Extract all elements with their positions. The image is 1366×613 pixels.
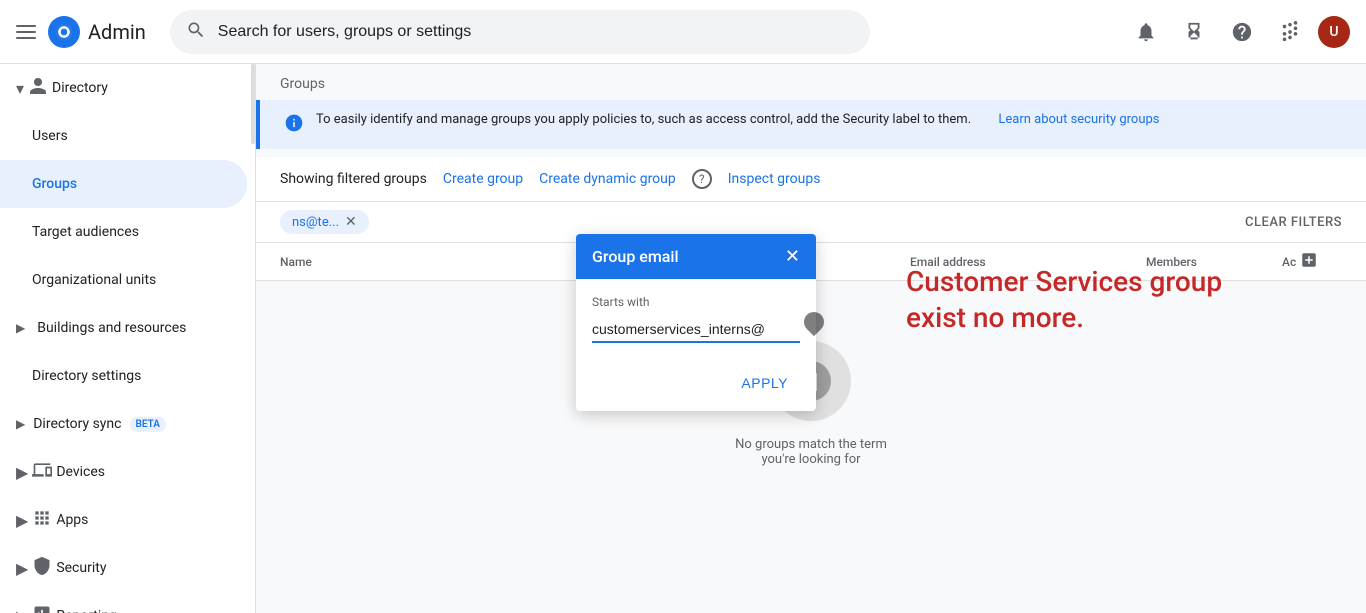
topbar-left: Admin	[16, 16, 146, 48]
sidebar-dirsync-label: Directory sync	[33, 416, 121, 432]
sidebar-dirsettings-label: Directory settings	[32, 368, 141, 384]
annotation-text: Customer Services group exist no more.	[906, 264, 1286, 337]
sidebar-users-label: Users	[32, 128, 68, 144]
inspect-groups-link[interactable]: Inspect groups	[728, 171, 821, 187]
reporting-icon	[32, 604, 52, 613]
topbar: Admin U	[0, 0, 1366, 64]
info-icon	[284, 113, 304, 137]
sidebar-target-label: Target audiences	[32, 224, 139, 240]
sidebar-directory-label: Directory	[52, 80, 108, 96]
sidebar-reporting-section[interactable]: ▶ Reporting	[0, 592, 255, 613]
filter-chip[interactable]: ns@te... ✕	[280, 210, 369, 234]
sidebar-reporting-label: Reporting	[56, 608, 117, 613]
groups-toolbar: Showing filtered groups Create group Cre…	[256, 157, 1366, 202]
sidebar: ▾ Directory Users Groups Target audience…	[0, 64, 256, 613]
filter-popup: Group email ✕ Starts with APPLY	[576, 234, 816, 411]
expand-icon-reporting: ▶	[16, 607, 28, 613]
help-icon[interactable]	[1222, 12, 1262, 52]
search-input[interactable]	[218, 23, 854, 41]
filter-chip-close-icon[interactable]: ✕	[345, 214, 357, 230]
filter-popup-input[interactable]	[592, 317, 800, 343]
info-link[interactable]: Learn about security groups	[998, 112, 1159, 127]
create-dynamic-link[interactable]: Create dynamic group	[539, 171, 676, 187]
beta-badge: BETA	[130, 417, 166, 432]
brand-logo	[48, 16, 80, 48]
sidebar-item-groups[interactable]: Groups	[0, 160, 247, 208]
info-text: To easily identify and manage groups you…	[316, 112, 971, 127]
chevron-right-icon: ▶	[16, 321, 25, 335]
breadcrumb: Groups	[256, 64, 1366, 100]
expand-icon-security: ▶	[16, 559, 28, 578]
clear-filters-button[interactable]: CLEAR FILTERS	[1245, 215, 1342, 230]
filter-popup-close-button[interactable]: ✕	[785, 246, 800, 267]
sidebar-directory-section[interactable]: ▾ Directory	[0, 64, 255, 112]
sidebar-item-org-units[interactable]: Organizational units	[0, 256, 247, 304]
layout: ▾ Directory Users Groups Target audience…	[0, 64, 1366, 613]
sidebar-item-users[interactable]: Users	[0, 112, 247, 160]
filter-popup-title: Group email	[592, 247, 679, 266]
main-content: Groups To easily identify and manage gro…	[256, 64, 1366, 613]
menu-icon[interactable]	[16, 25, 36, 39]
search-icon	[186, 20, 206, 44]
sidebar-devices-label: Devices	[56, 464, 105, 480]
sidebar-org-label: Organizational units	[32, 272, 156, 288]
showing-text: Showing filtered groups	[280, 171, 427, 187]
expand-icon-apps: ▶	[16, 511, 28, 530]
add-column-icon[interactable]	[1300, 251, 1318, 272]
notifications-icon[interactable]	[1126, 12, 1166, 52]
apps-grid-icon[interactable]	[1270, 12, 1310, 52]
hourglass-icon[interactable]	[1174, 12, 1214, 52]
devices-icon	[32, 460, 52, 484]
sidebar-item-dir-settings[interactable]: Directory settings	[0, 352, 247, 400]
sidebar-item-buildings[interactable]: ▶ Buildings and resources	[0, 304, 247, 352]
sidebar-security-label: Security	[56, 560, 106, 576]
sidebar-buildings-label: Buildings and resources	[37, 320, 186, 336]
help-dynamic-icon[interactable]: ?	[692, 169, 712, 189]
person-icon	[28, 76, 48, 100]
chevron-right-icon-sync: ▶	[16, 417, 25, 431]
expand-icon-devices: ▶	[16, 463, 28, 482]
sidebar-item-dir-sync[interactable]: ▶ Directory sync BETA	[0, 400, 247, 448]
apps-icon	[32, 508, 52, 532]
apply-button[interactable]: APPLY	[729, 367, 800, 399]
google-icon	[54, 22, 74, 42]
sidebar-item-target-audiences[interactable]: Target audiences	[0, 208, 247, 256]
info-banner: To easily identify and manage groups you…	[256, 100, 1366, 149]
filter-popup-label: Starts with	[592, 295, 800, 309]
create-group-link[interactable]: Create group	[443, 171, 523, 187]
empty-state-text: No groups match the term you're looking …	[721, 437, 901, 467]
sidebar-devices-section[interactable]: ▶ Devices	[0, 448, 255, 496]
brand: Admin	[48, 16, 146, 48]
col-actions-header: Ac	[1282, 251, 1342, 272]
sidebar-groups-label: Groups	[32, 176, 77, 192]
search-bar[interactable]	[170, 10, 870, 54]
sidebar-security-section[interactable]: ▶ Security	[0, 544, 255, 592]
avatar[interactable]: U	[1318, 16, 1350, 48]
brand-name: Admin	[88, 20, 146, 44]
topbar-right: U	[1126, 12, 1350, 52]
filter-chip-text: ns@te...	[292, 215, 339, 230]
sidebar-apps-label: Apps	[56, 512, 88, 528]
filter-popup-footer: APPLY	[576, 359, 816, 411]
sidebar-apps-section[interactable]: ▶ Apps	[0, 496, 255, 544]
filter-popup-body: Starts with	[576, 279, 816, 359]
filter-popup-header: Group email ✕	[576, 234, 816, 279]
security-icon	[32, 556, 52, 580]
breadcrumb-text: Groups	[280, 76, 325, 92]
expand-icon: ▾	[16, 79, 24, 98]
